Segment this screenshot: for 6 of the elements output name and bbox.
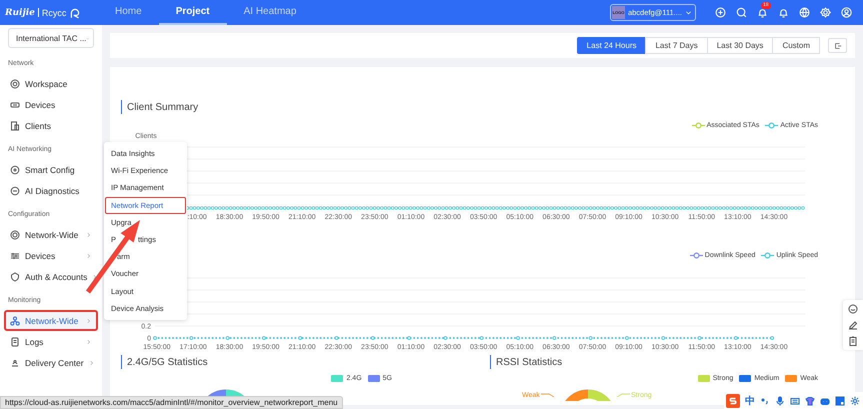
brand-logo: Ruijie: [5, 8, 35, 18]
section-title: 2.4G/5G Statistics: [121, 355, 208, 369]
status-url: https://cloud-as.ruijienetworks.com/macc5/adminIntl/#/monitor_overview_networkreport_menu: [5, 398, 338, 407]
section-title: RSSI Statistics: [490, 355, 562, 369]
section-title: Client Summary: [121, 100, 198, 114]
product-logo: Rcycc: [42, 8, 66, 18]
